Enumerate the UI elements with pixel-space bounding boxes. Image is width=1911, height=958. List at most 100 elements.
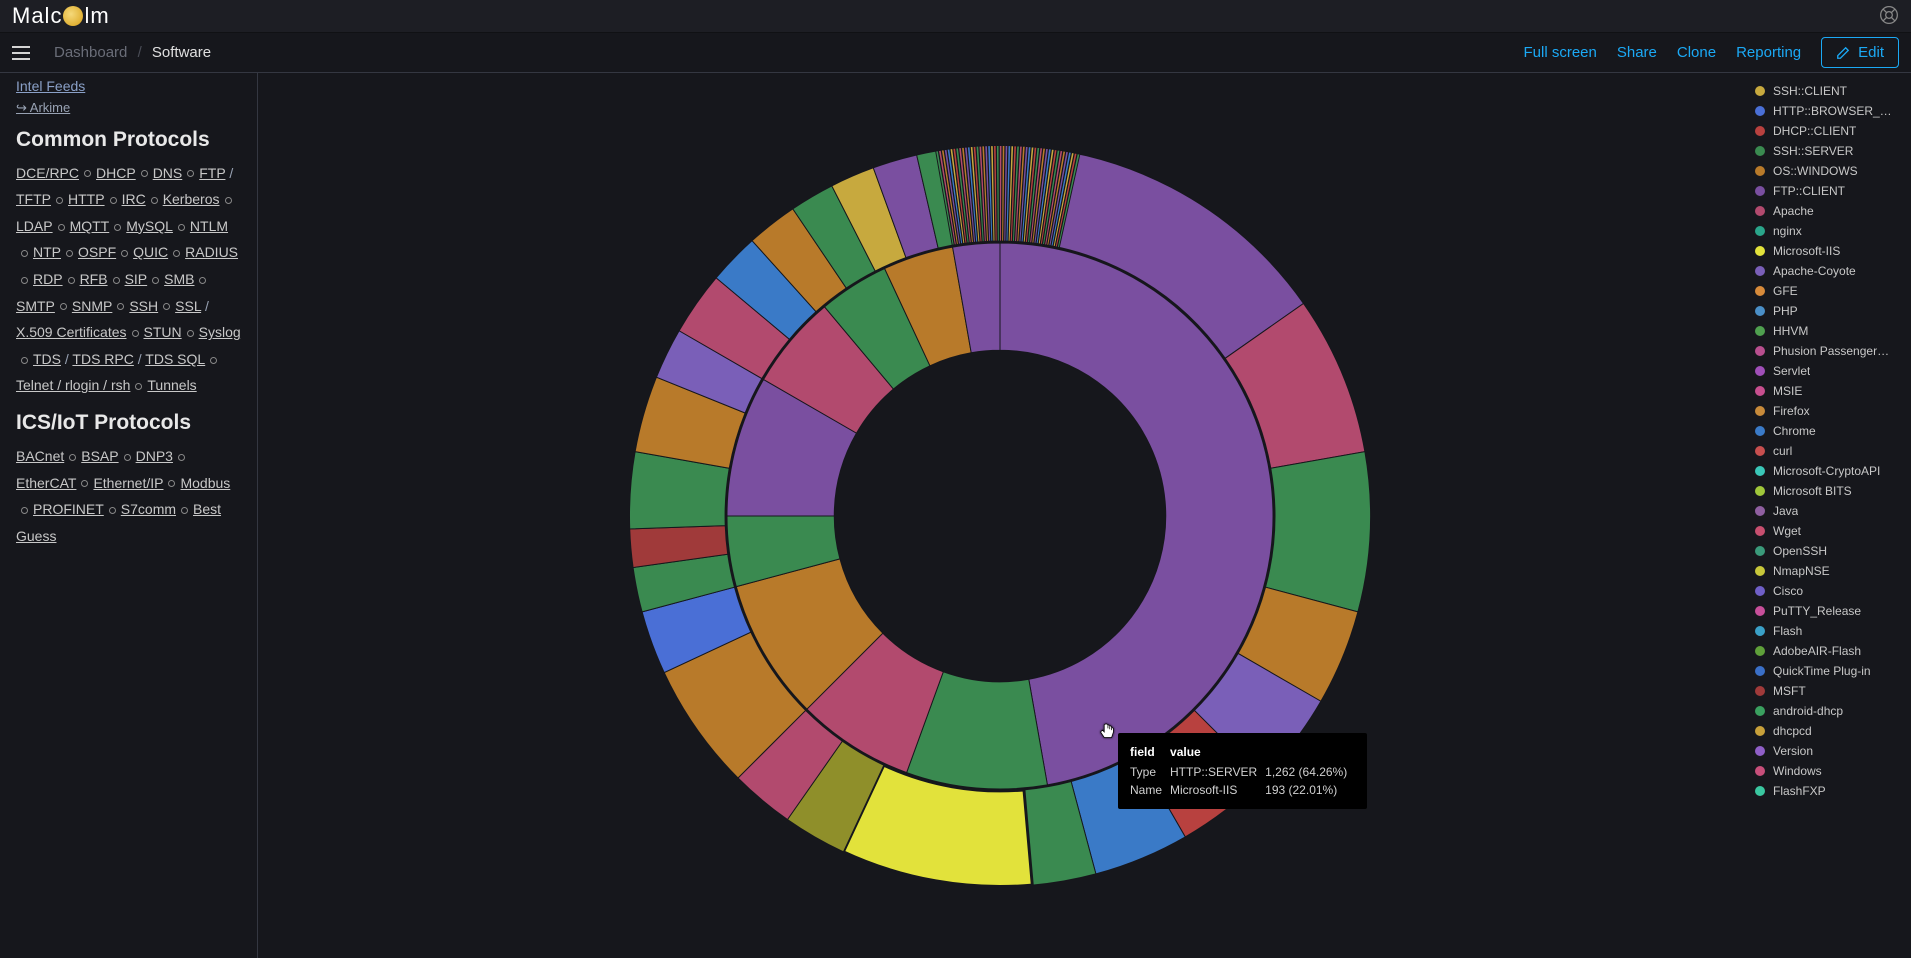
- legend-item[interactable]: OpenSSH: [1755, 541, 1907, 561]
- fullscreen-button[interactable]: Full screen: [1524, 44, 1597, 61]
- legend-label: SSH::CLIENT: [1773, 84, 1847, 98]
- legend-item[interactable]: OS::WINDOWS: [1755, 161, 1907, 181]
- legend-label: curl: [1773, 444, 1792, 458]
- logo[interactable]: Malc lm: [12, 3, 110, 29]
- protocol-link[interactable]: TDS SQL: [145, 351, 205, 367]
- protocol-link[interactable]: OSPF: [78, 244, 116, 260]
- protocol-link[interactable]: DHCP: [96, 165, 136, 181]
- protocol-link[interactable]: RDP: [33, 271, 63, 287]
- legend-item[interactable]: FlashFXP: [1755, 781, 1907, 801]
- protocol-link[interactable]: DNP3: [136, 448, 173, 464]
- legend-item[interactable]: curl: [1755, 441, 1907, 461]
- legend-item[interactable]: QuickTime Plug-in: [1755, 661, 1907, 681]
- protocol-link[interactable]: EtherCAT: [16, 475, 76, 491]
- legend-item[interactable]: Flash: [1755, 621, 1907, 641]
- legend-swatch: [1755, 486, 1765, 496]
- toolbar: Dashboard / Software Full screen Share C…: [0, 33, 1911, 73]
- protocol-link[interactable]: Syslog: [199, 324, 241, 340]
- legend-item[interactable]: android-dhcp: [1755, 701, 1907, 721]
- protocol-link[interactable]: TDS: [33, 351, 61, 367]
- share-button[interactable]: Share: [1617, 44, 1657, 61]
- legend-item[interactable]: Servlet: [1755, 361, 1907, 381]
- edit-button[interactable]: Edit: [1821, 37, 1899, 68]
- protocol-link[interactable]: X.509 Certificates: [16, 324, 127, 340]
- chart-segment[interactable]: [996, 145, 999, 241]
- protocol-link[interactable]: SSH: [129, 298, 158, 314]
- clone-button[interactable]: Clone: [1677, 44, 1716, 61]
- protocol-link[interactable]: SSL: [175, 298, 201, 314]
- legend-item[interactable]: FTP::CLIENT: [1755, 181, 1907, 201]
- legend-label: Firefox: [1773, 404, 1810, 418]
- protocol-link[interactable]: SMB: [164, 271, 194, 287]
- protocol-link[interactable]: HTTP: [68, 191, 105, 207]
- protocol-link[interactable]: DCE/RPC: [16, 165, 79, 181]
- protocol-link[interactable]: IRC: [122, 191, 146, 207]
- protocol-link[interactable]: BACnet: [16, 448, 64, 464]
- protocol-link[interactable]: Tunnels: [147, 377, 196, 393]
- legend-item[interactable]: Microsoft-CryptoAPI: [1755, 461, 1907, 481]
- legend-swatch: [1755, 106, 1765, 116]
- legend-item[interactable]: MSFT: [1755, 681, 1907, 701]
- protocol-link[interactable]: S7comm: [121, 501, 176, 517]
- legend-item[interactable]: SSH::CLIENT: [1755, 81, 1907, 101]
- legend-item[interactable]: Cisco: [1755, 581, 1907, 601]
- legend-item[interactable]: NmapNSE: [1755, 561, 1907, 581]
- protocol-link[interactable]: NTP: [33, 244, 61, 260]
- protocol-link[interactable]: Modbus: [180, 475, 230, 491]
- menu-icon[interactable]: [12, 41, 36, 65]
- protocol-link[interactable]: MySQL: [126, 218, 173, 234]
- protocol-link[interactable]: RADIUS: [185, 244, 238, 260]
- legend-item[interactable]: HHVM: [1755, 321, 1907, 341]
- legend-label: HHVM: [1773, 324, 1808, 338]
- legend-label: FlashFXP: [1773, 784, 1826, 798]
- protocol-link[interactable]: TFTP: [16, 191, 51, 207]
- breadcrumb-root[interactable]: Dashboard: [54, 44, 127, 61]
- legend-item[interactable]: nginx: [1755, 221, 1907, 241]
- legend-item[interactable]: Chrome: [1755, 421, 1907, 441]
- protocol-link[interactable]: TDS RPC: [72, 351, 133, 367]
- protocol-link[interactable]: DNS: [153, 165, 183, 181]
- protocol-link[interactable]: Ethernet/IP: [93, 475, 163, 491]
- protocol-link[interactable]: SIP: [125, 271, 148, 287]
- legend-item[interactable]: Microsoft BITS: [1755, 481, 1907, 501]
- protocol-link[interactable]: SMTP: [16, 298, 55, 314]
- protocol-link[interactable]: Kerberos: [163, 191, 220, 207]
- legend-item[interactable]: Firefox: [1755, 401, 1907, 421]
- protocol-link[interactable]: MQTT: [70, 218, 110, 234]
- sunburst-chart[interactable]: fieldvalue TypeHTTP::SERVER1,262 (64.26%…: [258, 73, 1751, 958]
- legend-item[interactable]: Apache-Coyote: [1755, 261, 1907, 281]
- legend-item[interactable]: PuTTY_Release: [1755, 601, 1907, 621]
- protocol-link[interactable]: BSAP: [81, 448, 118, 464]
- protocol-link[interactable]: NTLM: [190, 218, 228, 234]
- legend-item[interactable]: AdobeAIR-Flash: [1755, 641, 1907, 661]
- legend-item[interactable]: GFE: [1755, 281, 1907, 301]
- reporting-button[interactable]: Reporting: [1736, 44, 1801, 61]
- protocol-link[interactable]: SNMP: [72, 298, 112, 314]
- intel-feeds-link[interactable]: Intel Feeds: [16, 78, 85, 94]
- legend-item[interactable]: SSH::SERVER: [1755, 141, 1907, 161]
- legend-item[interactable]: dhcpcd: [1755, 721, 1907, 741]
- protocol-link[interactable]: QUIC: [133, 244, 168, 260]
- legend-swatch: [1755, 526, 1765, 536]
- legend-item[interactable]: HTTP::BROWSER_…: [1755, 101, 1907, 121]
- legend-item[interactable]: Microsoft-IIS: [1755, 241, 1907, 261]
- legend-item[interactable]: Apache: [1755, 201, 1907, 221]
- help-icon[interactable]: [1879, 5, 1899, 28]
- protocol-link[interactable]: Telnet / rlogin / rsh: [16, 377, 130, 393]
- legend-item[interactable]: Version: [1755, 741, 1907, 761]
- legend-item[interactable]: MSIE: [1755, 381, 1907, 401]
- protocol-link[interactable]: PROFINET: [33, 501, 104, 517]
- protocol-link[interactable]: STUN: [144, 324, 182, 340]
- legend-item[interactable]: Java: [1755, 501, 1907, 521]
- legend-item[interactable]: Phusion Passenger…: [1755, 341, 1907, 361]
- legend-item[interactable]: Wget: [1755, 521, 1907, 541]
- legend-item[interactable]: Windows: [1755, 761, 1907, 781]
- chart-segment[interactable]: [1265, 451, 1370, 611]
- legend-item[interactable]: PHP: [1755, 301, 1907, 321]
- arkime-link[interactable]: ↪ Arkime: [16, 100, 241, 116]
- protocol-link[interactable]: FTP: [199, 165, 225, 181]
- legend-swatch: [1755, 326, 1765, 336]
- protocol-link[interactable]: RFB: [80, 271, 108, 287]
- legend-item[interactable]: DHCP::CLIENT: [1755, 121, 1907, 141]
- protocol-link[interactable]: LDAP: [16, 218, 53, 234]
